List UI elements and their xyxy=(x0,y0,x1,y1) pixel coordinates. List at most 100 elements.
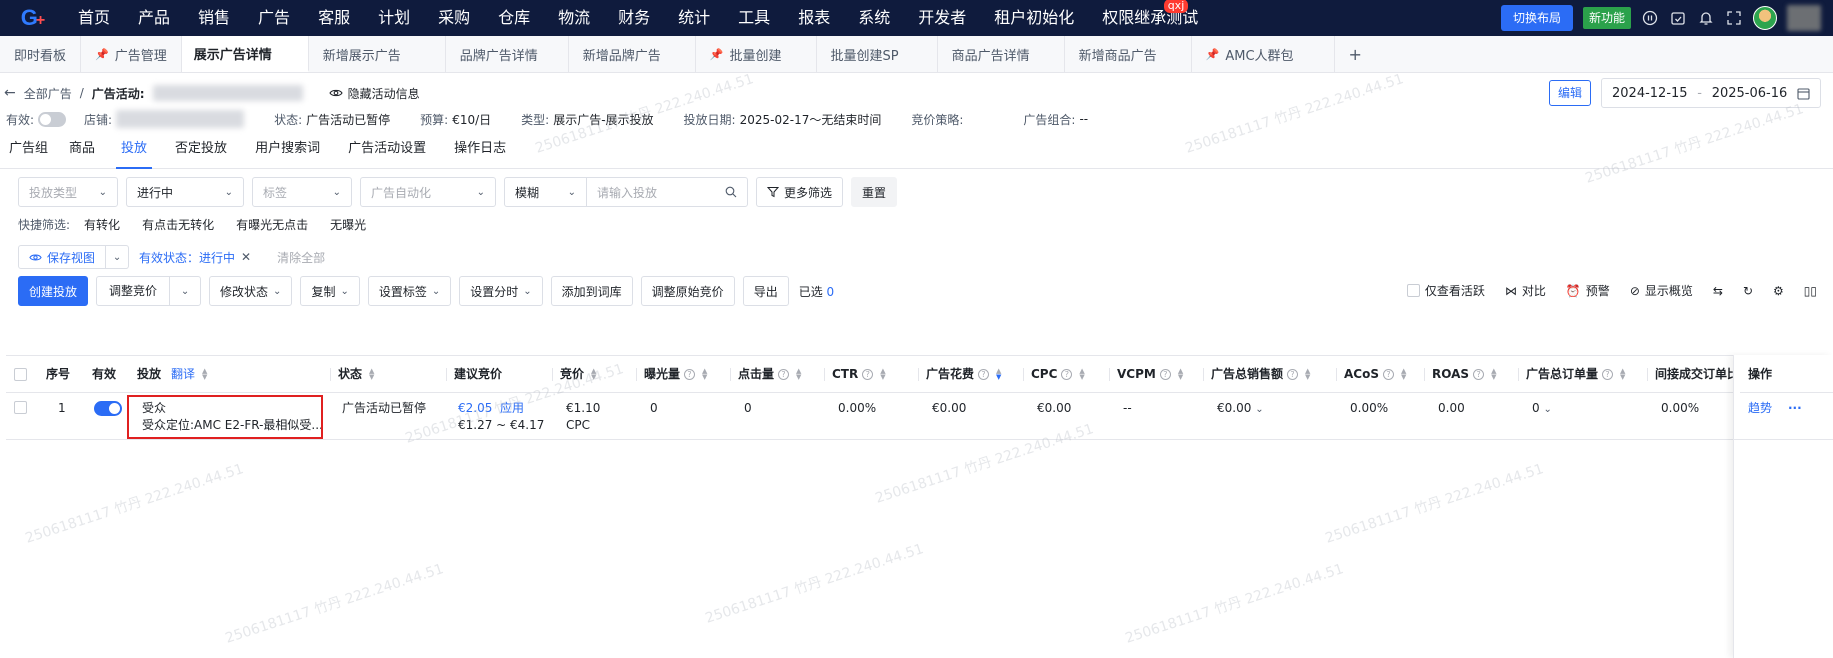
export-button[interactable]: 导出 xyxy=(742,276,789,306)
pause-circle-icon[interactable] xyxy=(1641,9,1659,27)
subtab-ad-group[interactable]: 广告组 xyxy=(0,129,57,169)
quick-filter-click-no-conversion[interactable]: 有点击无转化 xyxy=(142,216,214,233)
overview-toggle[interactable]: ⊘ 显示概览 xyxy=(1630,282,1693,299)
select-all-checkbox[interactable] xyxy=(6,356,27,392)
help-icon[interactable]: ? xyxy=(684,368,696,380)
refresh-icon[interactable]: ↻ xyxy=(1743,284,1753,298)
subtab-targeting[interactable]: 投放 xyxy=(107,129,161,169)
nav-item-developer[interactable]: 开发者 xyxy=(904,0,980,36)
adjust-bid-dropdown[interactable]: ⌄ xyxy=(170,286,200,297)
pin-icon[interactable]: 📌 xyxy=(95,48,109,61)
sort-icon[interactable]: ▲ ▼ xyxy=(591,368,596,381)
automation-select[interactable]: 广告自动化 ⌄ xyxy=(360,177,496,207)
nav-item-service[interactable]: 客服 xyxy=(304,0,364,36)
checkbox[interactable] xyxy=(14,367,27,381)
nav-item-tenant-init[interactable]: 租户初始化 xyxy=(980,0,1088,36)
breadcrumb-root[interactable]: 全部广告 xyxy=(24,85,72,102)
quick-filter-no-impression[interactable]: 无曝光 xyxy=(330,216,366,233)
tag-select[interactable]: 标签 ⌄ xyxy=(252,177,352,207)
checkbox[interactable] xyxy=(14,401,27,414)
nav-item-warehouse[interactable]: 仓库 xyxy=(484,0,544,36)
row-bid[interactable]: €1.10 CPC xyxy=(558,400,600,434)
tab-new-product-ad[interactable]: 新增商品广告 xyxy=(1065,36,1192,72)
reset-button[interactable]: 重置 xyxy=(851,177,898,207)
help-icon[interactable]: ? xyxy=(1061,368,1073,380)
sort-icon[interactable]: ▲ ▼ xyxy=(1079,368,1084,381)
trend-link[interactable]: 趋势 xyxy=(1740,400,1772,417)
help-icon[interactable]: ? xyxy=(1287,368,1299,380)
tab-batch-create[interactable]: 📌 批量创建 xyxy=(696,36,817,72)
help-icon[interactable]: ? xyxy=(862,368,874,380)
status-select[interactable]: 进行中 ⌄ xyxy=(126,177,244,207)
save-view-dropdown[interactable]: ⌄ xyxy=(106,252,128,263)
toggle-switch[interactable] xyxy=(94,401,122,416)
tab-batch-create-sp[interactable]: 批量创建SP xyxy=(817,36,938,72)
pin-icon[interactable]: 📌 xyxy=(1206,48,1220,61)
sort-icon[interactable]: ▲ ▼ xyxy=(1178,368,1183,381)
adjust-original-bid-button[interactable]: 调整原始竞价 xyxy=(640,276,735,306)
tab-display-ad-detail[interactable]: 展示广告详情 xyxy=(181,36,309,72)
modify-status-button[interactable]: 修改状态 ⌄ xyxy=(209,276,293,306)
help-icon[interactable]: ? xyxy=(1602,368,1614,380)
nav-item-plan[interactable]: 计划 xyxy=(364,0,424,36)
tab-brand-ad-detail[interactable]: 品牌广告详情 xyxy=(446,36,569,72)
swap-icon[interactable]: ⇆ xyxy=(1713,284,1723,298)
nav-item-stats[interactable]: 统计 xyxy=(664,0,724,36)
sort-icon[interactable]: ▲ ▼ xyxy=(1491,368,1496,381)
row-enabled-switch[interactable] xyxy=(86,401,122,416)
sort-icon[interactable]: ▲ ▼ xyxy=(880,368,885,381)
only-active-checkbox[interactable]: 仅查看活跃 xyxy=(1406,282,1485,299)
subtab-negative-targeting[interactable]: 否定投放 xyxy=(161,129,241,169)
subtab-campaign-settings[interactable]: 广告活动设置 xyxy=(334,129,440,169)
tab-new-display-ad[interactable]: 新增展示广告 xyxy=(309,36,446,72)
bell-icon[interactable] xyxy=(1697,9,1715,27)
tab-product-ad-detail[interactable]: 商品广告详情 xyxy=(938,36,1065,72)
help-icon[interactable]: ? xyxy=(1382,368,1394,380)
sort-icon[interactable]: ▲ ▼ xyxy=(1401,368,1406,381)
help-icon[interactable]: ? xyxy=(1473,368,1485,380)
calendar-check-icon[interactable] xyxy=(1669,9,1687,27)
set-daypart-button[interactable]: 设置分时 ⌄ xyxy=(459,276,543,306)
tab-ad-management[interactable]: 📌 广告管理 xyxy=(81,36,182,72)
more-actions-icon[interactable]: ··· xyxy=(1780,400,1802,417)
back-arrow-icon[interactable]: ← xyxy=(4,85,16,101)
hide-campaign-info-toggle[interactable]: 隐藏活动信息 xyxy=(328,85,420,102)
apply-bid-link[interactable]: 应用 xyxy=(500,401,524,415)
nav-item-sales[interactable]: 销售 xyxy=(184,0,244,36)
new-feature-button[interactable]: 新功能 xyxy=(1582,7,1631,29)
book-icon[interactable]: ▯▯ xyxy=(1804,284,1817,298)
tab-dashboard[interactable]: 即时看板 xyxy=(0,36,82,72)
add-tab-button[interactable]: + xyxy=(1335,36,1376,72)
nav-item-finance[interactable]: 财务 xyxy=(604,0,664,36)
app-logo[interactable]: G+ xyxy=(0,0,64,36)
help-icon[interactable]: ? xyxy=(778,368,790,380)
sort-icon[interactable]: ▲ ▼ xyxy=(702,368,707,381)
quick-filter-impression-no-click[interactable]: 有曝光无点击 xyxy=(236,216,308,233)
nav-item-purchase[interactable]: 采购 xyxy=(424,0,484,36)
sort-icon[interactable]: ▲ ▼ xyxy=(1620,368,1625,381)
settings-icon[interactable]: ⚙ xyxy=(1773,284,1784,298)
target-type-select[interactable]: 投放类型 ⌄ xyxy=(18,177,118,207)
clear-all-link[interactable]: 清除全部 xyxy=(277,249,325,266)
nav-item-logistics[interactable]: 物流 xyxy=(544,0,604,36)
nav-item-product[interactable]: 产品 xyxy=(124,0,184,36)
subtab-search-terms[interactable]: 用户搜索词 xyxy=(241,129,334,169)
switch-layout-button[interactable]: 切换布局 xyxy=(1500,5,1573,31)
user-name-redacted[interactable] xyxy=(1787,5,1821,31)
enabled-switch[interactable] xyxy=(38,111,67,127)
help-icon[interactable]: ? xyxy=(1159,368,1171,380)
user-avatar[interactable] xyxy=(1753,6,1777,30)
more-filters-button[interactable]: 更多筛选 xyxy=(756,177,844,207)
help-icon[interactable]: ? xyxy=(978,368,990,380)
set-tag-button[interactable]: 设置标签 ⌄ xyxy=(367,276,452,306)
nav-item-permission-test[interactable]: 权限继承测试 qxj xyxy=(1088,0,1212,36)
alert-button[interactable]: ⏰ 预警 xyxy=(1566,282,1610,299)
nav-item-home[interactable]: 首页 xyxy=(64,0,124,36)
pin-icon[interactable]: 📌 xyxy=(710,48,724,61)
match-mode-select[interactable]: 模糊 ⌄ xyxy=(505,178,587,206)
copy-button[interactable]: 复制 ⌄ xyxy=(300,276,360,306)
tab-new-brand-ad[interactable]: 新增品牌广告 xyxy=(569,36,696,72)
checkbox[interactable] xyxy=(1406,284,1420,297)
quick-filter-has-conversion[interactable]: 有转化 xyxy=(84,216,120,233)
sort-icon-active[interactable]: ▲ ▼ xyxy=(996,368,1001,381)
